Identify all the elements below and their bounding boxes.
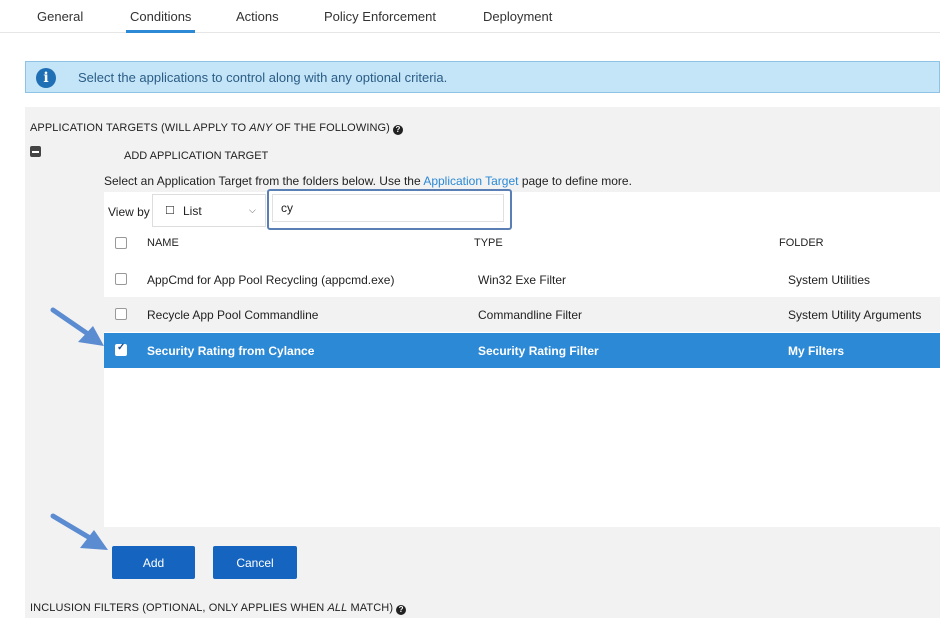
- row-name: Security Rating from Cylance: [147, 344, 315, 358]
- row-checkbox[interactable]: [115, 273, 127, 285]
- tab-general[interactable]: General: [37, 9, 83, 24]
- row-type: Commandline Filter: [478, 308, 583, 322]
- table-row[interactable]: Recycle App Pool Commandline Commandline…: [104, 297, 940, 332]
- view-by-value: List: [183, 204, 202, 218]
- info-banner: i Select the applications to control alo…: [25, 61, 940, 93]
- row-name: AppCmd for App Pool Recycling (appcmd.ex…: [147, 273, 395, 287]
- help-icon[interactable]: ?: [392, 125, 403, 135]
- row-folder: System Utility Arguments: [788, 308, 922, 322]
- table-row-selected[interactable]: ✓ Security Rating from Cylance Security …: [104, 333, 940, 368]
- application-targets-header: APPLICATION TARGETS (WILL APPLY TO ANY O…: [30, 122, 403, 135]
- inclusion-filters-header: INCLUSION FILTERS (OPTIONAL, ONLY APPLIE…: [30, 602, 407, 615]
- checkmark-icon: ✓: [117, 342, 126, 353]
- row-name: Recycle App Pool Commandline: [147, 308, 319, 322]
- view-by-label: View by: [108, 205, 150, 219]
- arrow-icon: [50, 307, 104, 346]
- tab-policy-enforcement[interactable]: Policy Enforcement: [324, 9, 436, 24]
- cancel-button[interactable]: Cancel: [213, 546, 297, 579]
- info-icon: i: [36, 68, 56, 88]
- list-icon: ☐: [165, 205, 175, 217]
- tab-actions[interactable]: Actions: [236, 9, 279, 24]
- row-checkbox[interactable]: [115, 308, 127, 320]
- row-type: Win32 Exe Filter: [478, 273, 567, 287]
- collapse-icon[interactable]: [30, 146, 41, 157]
- view-by-select[interactable]: ☐ List ⌵: [152, 194, 266, 227]
- row-checkbox-checked[interactable]: ✓: [115, 342, 127, 356]
- column-header-folder[interactable]: FOLDER: [779, 237, 824, 249]
- arrow-icon: [50, 513, 108, 550]
- column-header-type[interactable]: TYPE: [474, 237, 503, 249]
- tab-bar: General Conditions Actions Policy Enforc…: [0, 0, 940, 33]
- chevron-down-icon: ⌵: [249, 205, 256, 215]
- column-header-name[interactable]: NAME: [147, 237, 179, 249]
- search-highlight: [267, 189, 512, 230]
- search-input[interactable]: [272, 194, 504, 222]
- help-icon[interactable]: ?: [396, 605, 407, 615]
- tab-conditions[interactable]: Conditions: [125, 9, 196, 33]
- info-text: Select the applications to control along…: [78, 70, 448, 85]
- select-all-checkbox[interactable]: [115, 237, 127, 249]
- row-folder: My Filters: [788, 344, 845, 358]
- add-button[interactable]: Add: [112, 546, 195, 579]
- application-target-link[interactable]: Application Target: [423, 174, 518, 188]
- tab-deployment[interactable]: Deployment: [483, 9, 552, 24]
- row-type: Security Rating Filter: [478, 344, 599, 358]
- row-folder: System Utilities: [788, 273, 871, 287]
- instructions: Select an Application Target from the fo…: [104, 174, 632, 188]
- table-row[interactable]: AppCmd for App Pool Recycling (appcmd.ex…: [104, 262, 940, 297]
- add-target-title: ADD APPLICATION TARGET: [124, 150, 269, 162]
